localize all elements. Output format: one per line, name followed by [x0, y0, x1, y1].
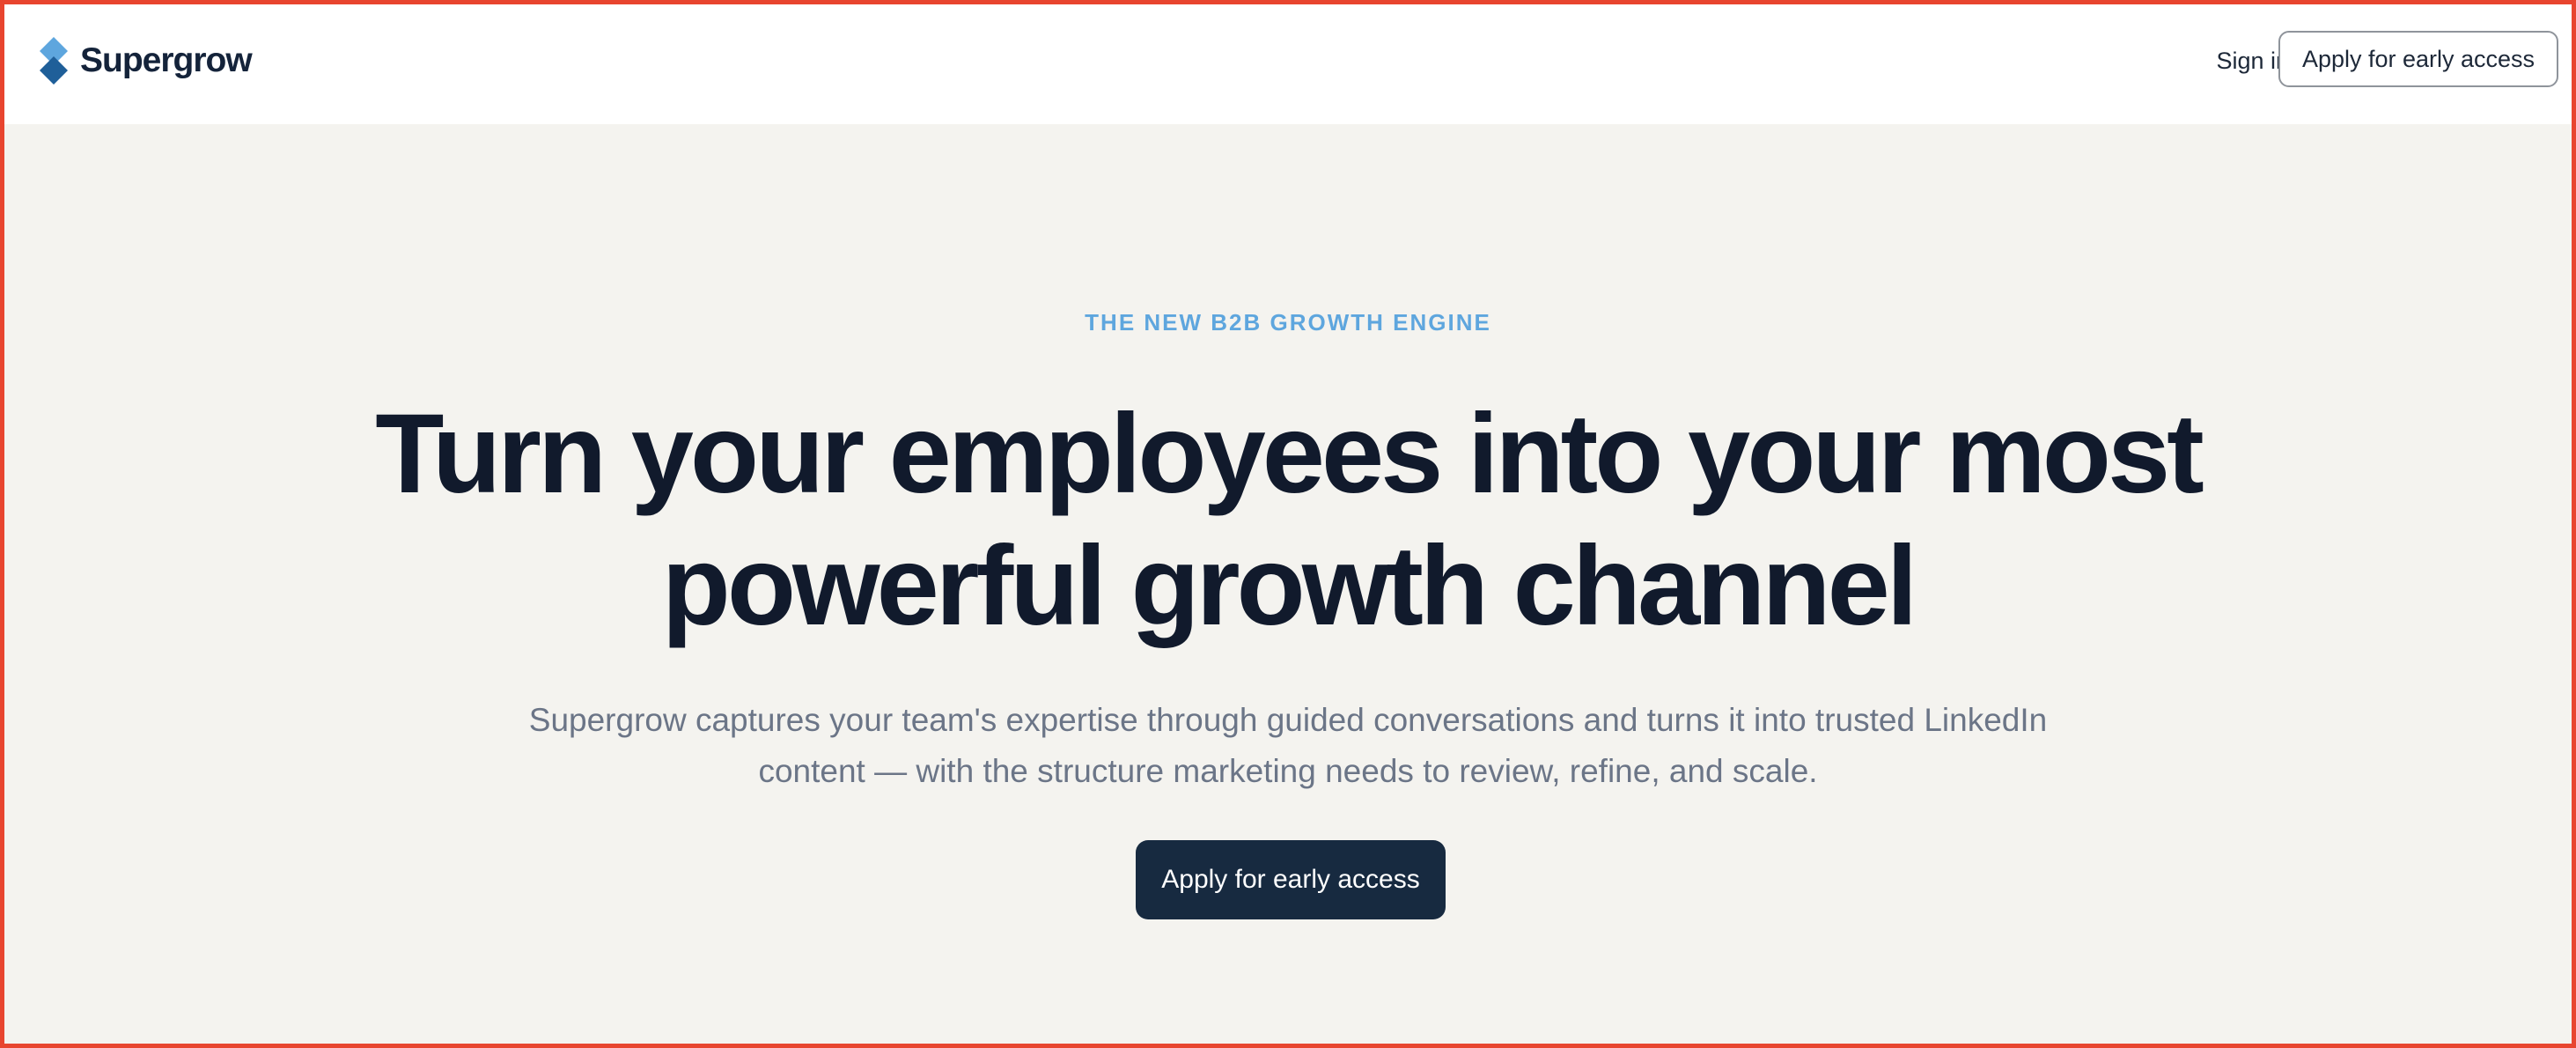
hero-section: THE NEW B2B GROWTH ENGINE Turn your empl… [4, 124, 2572, 1044]
brand-name: Supergrow [80, 41, 253, 79]
hero-subtitle-line-1: Supergrow captures your team's expertise… [528, 702, 2048, 738]
hero-subtitle-line-2: content — with the structure marketing n… [758, 753, 1818, 789]
page-frame: Supergrow Sign in Apply for early access… [0, 0, 2576, 1048]
nav-apply-button-label: Apply for early access [2301, 45, 2536, 72]
top-nav: Supergrow Sign in Apply for early access [4, 4, 2572, 120]
hero-eyebrow: THE NEW B2B GROWTH ENGINE [1085, 309, 1491, 336]
hero-headline-line-1: Turn your employees into your most [375, 391, 2204, 517]
hero-subtitle: Supergrow captures your team's expertise… [4, 695, 2572, 797]
hero-headline-line-2: powerful growth channel [661, 523, 1918, 649]
hero-headline: Turn your employees into your most power… [4, 388, 2572, 653]
hero-apply-button[interactable]: Apply for early access [1136, 840, 1446, 919]
brand-logo[interactable]: Supergrow [36, 34, 253, 87]
supergrow-logo-icon [40, 37, 68, 85]
hero-apply-button-label: Apply for early access [1161, 865, 1420, 894]
nav-apply-button[interactable]: Apply for early access [2278, 31, 2558, 87]
